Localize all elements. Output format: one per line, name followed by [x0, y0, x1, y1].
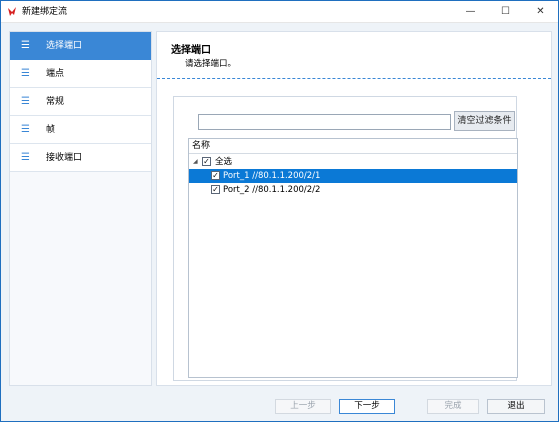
- sidebar-item-general[interactable]: ☰ 常规: [10, 88, 151, 116]
- sidebar-item-label: 端点: [46, 69, 65, 79]
- sidebar-item-label: 接收端口: [46, 153, 83, 163]
- main-content: 选择端口 请选择端口。 清空过滤条件 名称 ◢ ✓ 全选 ✓ Port_1 //…: [156, 31, 552, 386]
- tree-row-port-1[interactable]: ✓ Port_1 //80.1.1.200/2/1: [189, 169, 517, 183]
- next-button[interactable]: 下一步: [339, 399, 395, 414]
- wizard-steps-sidebar: ☰ 选择端口 ☰ 端点 ☰ 常规 ☰ 帧 ☰ 接收端口: [9, 31, 152, 386]
- window-title: 新建绑定流: [22, 7, 68, 17]
- sidebar-item-label: 常规: [46, 97, 65, 107]
- sidebar-item-label: 选择端口: [46, 41, 83, 51]
- port-selection-panel: 清空过滤条件 名称 ◢ ✓ 全选 ✓ Port_1 //80.1.1.200/2…: [173, 96, 518, 381]
- port-tree: 名称 ◢ ✓ 全选 ✓ Port_1 //80.1.1.200/2/1 ✓ Po…: [188, 138, 518, 378]
- tree-column-header[interactable]: 名称: [189, 139, 517, 154]
- tree-row-port-2[interactable]: ✓ Port_2 //80.1.1.200/2/2: [189, 183, 517, 197]
- column-header-label: 名称: [192, 141, 211, 151]
- title-bar: 新建绑定流 — ☐ ✕: [1, 1, 558, 23]
- tree-row-select-all[interactable]: ◢ ✓ 全选: [189, 155, 517, 169]
- prev-button[interactable]: 上一步: [275, 399, 331, 414]
- divider: [157, 78, 551, 79]
- list-icon: ☰: [21, 40, 30, 51]
- page-title: 选择端口: [171, 45, 211, 56]
- expand-arrow-icon[interactable]: ◢: [193, 157, 198, 167]
- sidebar-item-label: 帧: [46, 125, 56, 135]
- tree-row-label: Port_2 //80.1.1.200/2/2: [223, 185, 321, 195]
- list-icon: ☰: [21, 152, 30, 163]
- list-icon: ☰: [21, 124, 30, 135]
- tree-row-label: Port_1 //80.1.1.200/2/1: [223, 171, 321, 181]
- tree-row-label: 全选: [215, 157, 233, 167]
- sidebar-item-endpoint[interactable]: ☰ 端点: [10, 60, 151, 88]
- page-subtitle: 请选择端口。: [185, 59, 237, 69]
- dialog-window: 新建绑定流 — ☐ ✕ ☰ 选择端口 ☰ 端点 ☰ 常规 ☰ 帧 ☰ 接收端口 …: [0, 0, 559, 422]
- exit-button[interactable]: 退出: [487, 399, 545, 414]
- clear-filter-button[interactable]: 清空过滤条件: [454, 111, 515, 131]
- sidebar-item-select-port[interactable]: ☰ 选择端口: [10, 32, 151, 60]
- checkbox-checked-icon[interactable]: ✓: [211, 171, 220, 180]
- checkbox-checked-icon[interactable]: ✓: [202, 157, 211, 166]
- list-icon: ☰: [21, 68, 30, 79]
- filter-input[interactable]: [198, 114, 451, 130]
- sidebar-item-receive-port[interactable]: ☰ 接收端口: [10, 144, 151, 172]
- minimize-button[interactable]: —: [453, 1, 488, 23]
- finish-button[interactable]: 完成: [427, 399, 479, 414]
- checkbox-checked-icon[interactable]: ✓: [211, 185, 220, 194]
- maximize-button[interactable]: ☐: [488, 1, 523, 23]
- sidebar-item-frame[interactable]: ☰ 帧: [10, 116, 151, 144]
- app-logo-icon: [8, 7, 16, 16]
- close-button[interactable]: ✕: [523, 1, 558, 23]
- list-icon: ☰: [21, 96, 30, 107]
